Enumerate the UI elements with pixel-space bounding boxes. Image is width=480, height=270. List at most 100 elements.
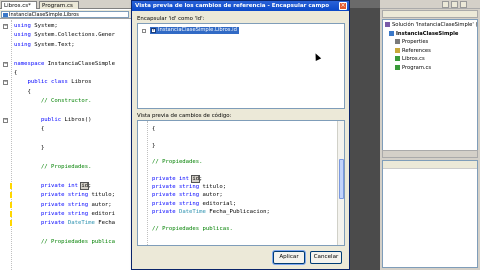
dialog-title-text: Vista previa de los cambios de referenci…: [135, 3, 330, 9]
file-icon: [395, 56, 400, 61]
background-window: [350, 0, 380, 270]
code-text: Libros(): [61, 117, 92, 123]
window-close-icon[interactable]: [460, 1, 467, 8]
code-text: titulo;: [199, 184, 227, 191]
class-dropdown[interactable]: InstanciaClaseSimple.Libros: [1, 11, 129, 18]
code-comment: // Constructor.: [14, 98, 92, 105]
checkbox-icon[interactable]: ✓: [151, 28, 156, 33]
code-line: // Propiedades.: [14, 163, 92, 172]
close-icon[interactable]: ×: [339, 2, 347, 10]
solution-item-label: Program.cs: [402, 64, 432, 71]
preview-changes-dialog: Vista previa de los cambios de referenci…: [131, 0, 350, 270]
file-icon: [385, 22, 390, 27]
code-comment: // Propiedades publicas.: [152, 225, 233, 232]
scrollbar-thumb[interactable]: [339, 159, 344, 199]
code-editor[interactable]: Libros.cs* Program.cs InstanciaClaseSimp…: [0, 0, 132, 270]
code-line: {: [14, 69, 17, 78]
code-text: ;: [88, 182, 92, 189]
navigation-bar: InstanciaClaseSimple.Libros: [0, 10, 132, 19]
references-tree[interactable]: ✓ InstanciaClaseSimple.Libros.id: [137, 23, 345, 109]
code-area[interactable]: using System; using System.Collections.Ge…: [0, 20, 132, 270]
collapse-icon[interactable]: −: [3, 24, 8, 29]
code-line: using System;: [14, 22, 58, 31]
apply-button[interactable]: Aplicar: [272, 250, 306, 265]
code-keyword: private string: [152, 184, 200, 191]
code-keyword: using: [14, 41, 31, 48]
collapse-icon[interactable]: −: [3, 80, 8, 86]
code-text: autor;: [88, 201, 112, 208]
code-text: {: [14, 88, 31, 95]
code-text: System.Text;: [30, 41, 75, 48]
tree-item-reference[interactable]: ✓ InstanciaClaseSimple.Libros.id: [150, 27, 239, 34]
preview-line: private string editorial;: [152, 200, 236, 208]
properties-toolbar: [383, 161, 477, 169]
properties-grid[interactable]: [382, 160, 478, 268]
preview-line: private DateTime Fecha_Publicacion;: [152, 208, 270, 216]
background-window-titlebar: [350, 0, 380, 8]
code-text: System;: [30, 23, 58, 29]
code-line: private int id;: [14, 181, 92, 191]
code-keyword: private string: [152, 192, 200, 199]
preview-scrollbar[interactable]: [337, 121, 344, 245]
code-type: DateTime: [64, 220, 95, 227]
file-icon: [395, 64, 400, 70]
code-line: using System.Collections.Gener: [14, 31, 115, 40]
code-text: Fecha: [94, 220, 116, 227]
preview-line: // Propiedades.: [152, 158, 203, 166]
code-text: {: [14, 126, 45, 133]
code-line: private DateTime Fecha: [14, 219, 115, 228]
solution-item-label: References: [402, 47, 431, 54]
code-line: using System.Text;: [14, 41, 75, 50]
code-keyword: private int: [152, 175, 190, 182]
tab-program-cs[interactable]: Program.cs: [39, 1, 79, 9]
code-keyword: private string: [14, 201, 89, 208]
code-line: private string autor;: [14, 201, 112, 210]
code-type: DateTime: [175, 209, 206, 215]
tree-item-label: InstanciaClaseSimple.Libros.id: [158, 27, 237, 33]
code-text: editori: [88, 211, 116, 217]
file-icon: [395, 47, 400, 53]
code-text: Fecha_Publicacion;: [205, 209, 270, 215]
code-line: // Constructor.: [14, 97, 92, 106]
tab-libros-cs[interactable]: Libros.cs*: [1, 1, 37, 9]
code-keyword: public: [14, 117, 62, 123]
preview-line: private string titulo;: [152, 183, 226, 191]
preview-line: private string autor;: [152, 191, 223, 199]
collapse-icon[interactable]: −: [3, 118, 8, 123]
code-line: public class Libros: [14, 78, 91, 87]
class-icon: [3, 12, 8, 17]
solution-tree[interactable]: Solución 'InstanciaClaseSimple' (1 pr Ins…: [382, 19, 478, 151]
code-text: {: [14, 70, 18, 76]
code-comment: // Propiedades publica: [14, 239, 116, 246]
code-line: // Propiedades publica: [14, 238, 115, 247]
change-marker: [10, 182, 12, 189]
tree-expand-icon[interactable]: [142, 29, 146, 33]
code-keyword: using: [14, 32, 31, 39]
cancel-button[interactable]: Cancelar: [310, 251, 342, 264]
code-text: Libros: [67, 79, 92, 86]
code-line: public Libros(): [14, 116, 92, 125]
minimize-icon[interactable]: [442, 1, 449, 8]
solution-item-label: Libros.cs: [402, 56, 425, 62]
code-keyword: namespace: [14, 60, 45, 67]
change-marker: [10, 220, 12, 227]
change-marker: [10, 192, 12, 199]
maximize-icon[interactable]: [451, 1, 458, 8]
code-line: namespace InstanciaClaseSimple: [14, 60, 115, 69]
preview-gutter: [138, 121, 148, 245]
code-text: ;: [199, 175, 203, 182]
preview-label: Vista previa de cambios de código:: [137, 113, 232, 119]
solution-explorer-header: [382, 10, 478, 18]
code-text: InstanciaClaseSimple: [44, 60, 116, 67]
change-marker: [10, 211, 12, 217]
dialog-title: Vista previa de los cambios de referenci…: [132, 1, 349, 11]
code-keyword: private string: [14, 192, 89, 199]
code-keyword: private string: [152, 200, 200, 207]
code-keyword: private string: [14, 211, 89, 217]
collapse-icon[interactable]: −: [3, 61, 8, 67]
code-keyword: private: [14, 220, 65, 227]
file-icon: [395, 39, 400, 44]
change-marker: [10, 201, 12, 208]
editor-gutter: [0, 20, 12, 270]
solution-item-label: InstanciaClaseSimple: [396, 30, 459, 37]
